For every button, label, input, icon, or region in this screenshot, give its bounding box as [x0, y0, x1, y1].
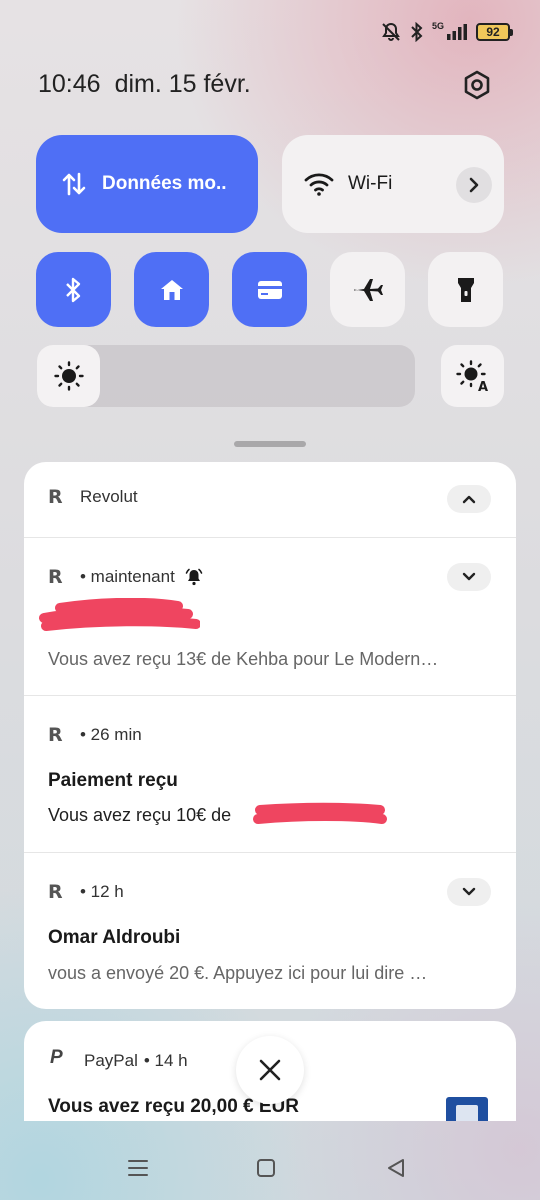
wallet-tile[interactable]	[232, 252, 307, 327]
wifi-tile[interactable]: Wi-Fi	[282, 135, 504, 233]
brightness-slider[interactable]	[37, 345, 415, 407]
home-button[interactable]	[246, 1154, 286, 1182]
close-icon	[259, 1059, 281, 1081]
notification-title: Paiement reçu	[48, 770, 178, 791]
notification-body: Vous avez reçu 13€ de Kehba pour Le Mode…	[48, 649, 439, 669]
mobile-data-tile[interactable]: Données mo..	[36, 135, 258, 233]
wifi-label: Wi-Fi	[348, 173, 393, 194]
group-header[interactable]: R Revolut	[24, 462, 516, 537]
settings-button[interactable]	[456, 64, 498, 106]
status-bar: 5G 92	[0, 0, 540, 60]
redaction-scribble	[253, 802, 387, 824]
auto-brightness-icon: A	[455, 360, 488, 392]
airplane-icon	[353, 278, 383, 301]
back-triangle-icon	[388, 1159, 404, 1177]
clock-row: 10:46 dim. 15 févr.	[38, 70, 251, 99]
notification-item[interactable]: R • 26 min Paiement reçu Vous avez reçu …	[24, 696, 516, 852]
expand-notification-button[interactable]	[447, 563, 491, 591]
chevron-right-icon	[469, 177, 479, 193]
recent-apps-button[interactable]	[118, 1154, 158, 1182]
signal-icon	[447, 24, 467, 40]
clear-all-notifications-button[interactable]	[236, 1036, 304, 1104]
revolut-logo-icon: R	[48, 881, 63, 903]
bluetooth-tile[interactable]	[36, 252, 111, 327]
mute-bell-icon	[382, 22, 400, 41]
navigation-bar	[0, 1130, 540, 1200]
data-arrows-icon	[62, 172, 86, 196]
group-app-name: Revolut	[80, 487, 138, 506]
brightness-knob[interactable]	[37, 345, 100, 407]
paypal-app-name: PayPal	[84, 1051, 138, 1070]
revolut-logo-icon: R	[48, 724, 63, 746]
battery-icon: 92	[476, 23, 513, 41]
notification-time: • 12 h	[80, 882, 124, 901]
revolut-logo-icon: R	[48, 486, 63, 508]
clock-date: dim. 15 févr.	[114, 70, 251, 98]
redaction-scribble	[39, 598, 200, 631]
wifi-expand-button[interactable]	[456, 167, 492, 203]
chevron-down-icon	[462, 572, 476, 581]
back-button[interactable]	[376, 1154, 416, 1182]
expand-notification-button[interactable]	[447, 878, 491, 906]
alarm-bell-icon	[185, 568, 203, 586]
notification-body: Vous avez reçu 10€ de	[48, 805, 232, 825]
revolut-logo-icon: R	[48, 566, 63, 588]
notification-time: • 14 h	[143, 1051, 188, 1070]
airplane-tile[interactable]	[330, 252, 405, 327]
clock-time: 10:46	[38, 70, 101, 98]
notification-time: • maintenant	[80, 567, 175, 586]
paypal-logo-icon: P	[50, 1047, 63, 1068]
network-type-label: 5G	[431, 21, 444, 31]
flashlight-tile[interactable]	[428, 252, 503, 327]
notification-item[interactable]: R • maintenant Vous avez reçu 13€ de Keh…	[24, 538, 516, 695]
notification-body: vous a envoyé 20 €. Appuyez ici pour lui…	[48, 963, 428, 983]
home-icon	[160, 279, 183, 300]
notification-item[interactable]: R • 12 h Omar Aldroubi vous a envoyé 20 …	[24, 853, 516, 1009]
bluetooth-icon	[411, 22, 423, 42]
flashlight-icon	[457, 277, 474, 302]
gear-icon	[464, 70, 490, 100]
paypal-thumbnail-icon	[446, 1097, 488, 1121]
wifi-icon	[304, 173, 334, 196]
auto-brightness-button[interactable]: A	[441, 345, 504, 407]
auto-brightness-letter: A	[478, 380, 488, 392]
square-home-icon	[257, 1159, 275, 1177]
home-tile[interactable]	[134, 252, 209, 327]
sun-icon	[53, 361, 84, 391]
card-icon	[257, 280, 282, 299]
bluetooth-icon	[65, 277, 80, 302]
notification-title: Omar Aldroubi	[48, 927, 181, 948]
collapse-group-button[interactable]	[447, 485, 491, 513]
mobile-data-label: Données mo..	[102, 173, 227, 194]
notification-time: • 26 min	[80, 725, 142, 744]
revolut-notification-group[interactable]: R Revolut R • maintenant Vous avez reçu …	[24, 462, 516, 1009]
panel-drag-handle[interactable]	[234, 441, 306, 447]
menu-lines-icon	[128, 1160, 148, 1176]
chevron-up-icon	[462, 495, 476, 504]
status-icons: 5G 92	[380, 20, 513, 44]
chevron-down-icon	[462, 887, 476, 896]
